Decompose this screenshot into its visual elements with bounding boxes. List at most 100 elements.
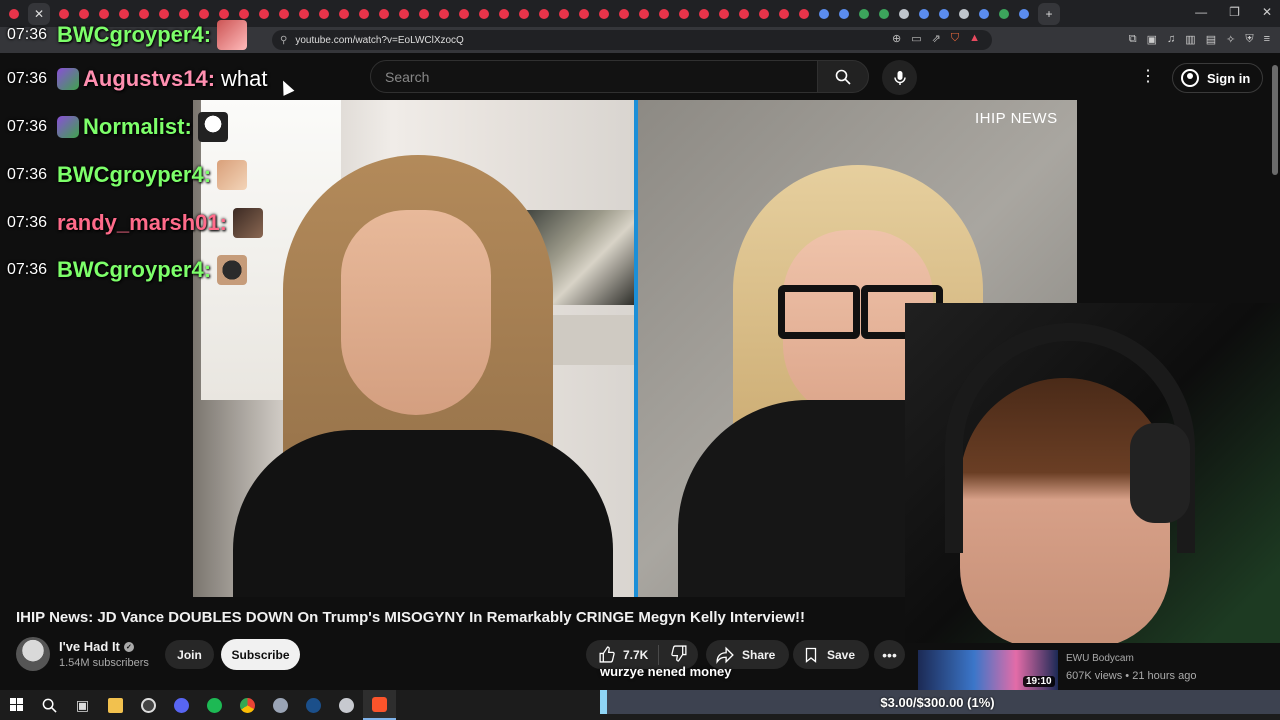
tab-favicon[interactable] <box>379 8 389 19</box>
channel-avatar[interactable] <box>16 637 50 671</box>
discord-icon[interactable] <box>165 690 198 720</box>
vpn-icon[interactable]: ⛨ <box>1245 33 1253 46</box>
sidebar-icon[interactable]: ▥ <box>1185 33 1195 46</box>
tab-favicon[interactable] <box>319 8 329 19</box>
screenshot-icon[interactable]: ▣ <box>1147 33 1157 46</box>
close-window-icon[interactable]: ✕ <box>1262 5 1272 19</box>
tab-favicon[interactable] <box>879 8 889 19</box>
channel-name-row[interactable]: I've Had It ✓ <box>59 639 134 654</box>
tab-favicon[interactable] <box>639 8 649 19</box>
scroll-thumb[interactable] <box>1272 65 1278 175</box>
join-button[interactable]: Join <box>165 640 214 669</box>
extensions-icon[interactable]: ⧉ <box>1129 33 1137 46</box>
share-page-icon[interactable]: ⇗ <box>932 32 941 45</box>
tab-favicon[interactable] <box>539 8 549 19</box>
brave-icon[interactable] <box>363 690 396 720</box>
tab-favicon[interactable] <box>179 8 189 19</box>
tab-favicon[interactable] <box>959 8 969 19</box>
taskbar-search-icon[interactable] <box>33 690 66 720</box>
tab-favicon[interactable] <box>499 8 509 19</box>
app-icon[interactable] <box>330 690 363 720</box>
tab-favicon[interactable] <box>99 8 109 19</box>
obs-icon[interactable] <box>132 690 165 720</box>
search-button[interactable] <box>817 60 869 93</box>
site-info-icon[interactable]: ⚲ <box>280 35 287 46</box>
tab-favicon[interactable] <box>219 8 229 19</box>
sign-in-button[interactable]: Sign in <box>1172 63 1264 93</box>
tab-favicon[interactable] <box>419 8 429 19</box>
cast-icon[interactable]: ▭ <box>911 32 921 45</box>
url-text[interactable]: youtube.com/watch?v=EoLWClXzocQ <box>295 35 464 46</box>
new-tab-icon[interactable]: + <box>1038 2 1060 25</box>
tab-favicon[interactable] <box>79 8 89 19</box>
tab-favicon[interactable] <box>739 8 749 19</box>
tab-favicon[interactable] <box>699 8 709 19</box>
task-view-icon[interactable]: ▣ <box>66 690 99 720</box>
tab-favicon[interactable] <box>119 8 129 19</box>
like-button[interactable]: 7.7K <box>586 644 660 665</box>
tab-favicon[interactable] <box>279 8 289 19</box>
tab-favicon[interactable] <box>659 8 669 19</box>
spotify-icon[interactable] <box>198 690 231 720</box>
file-explorer-icon[interactable] <box>99 690 132 720</box>
tab-favicon[interactable] <box>679 8 689 19</box>
tab-favicon[interactable] <box>599 8 609 19</box>
leo-icon[interactable]: ✧ <box>1226 33 1235 46</box>
tab-favicon[interactable] <box>519 8 529 19</box>
tab-favicon[interactable] <box>579 8 589 19</box>
channel-name[interactable]: I've Had It <box>59 639 120 654</box>
tab-favicon[interactable] <box>339 8 349 19</box>
tab-favicon[interactable] <box>439 8 449 19</box>
tab-favicon[interactable] <box>199 8 209 19</box>
tab-favicon[interactable] <box>259 8 269 19</box>
shield-icon[interactable]: ⛉ <box>951 32 959 45</box>
subscribe-button[interactable]: Subscribe <box>221 639 300 670</box>
tab-favicon[interactable] <box>1019 8 1029 19</box>
like-count: 7.7K <box>623 647 649 662</box>
headphone-cup <box>1130 423 1190 523</box>
tab-favicon[interactable] <box>939 8 949 19</box>
tab-favicon[interactable] <box>359 8 369 19</box>
recommended-title[interactable]: EWU Bodycam <box>1066 653 1134 664</box>
chrome-icon[interactable] <box>231 690 264 720</box>
tab-favicon[interactable] <box>9 8 19 19</box>
dislike-button[interactable] <box>659 644 700 665</box>
tab-favicon[interactable] <box>919 8 929 19</box>
steam-icon[interactable] <box>297 690 330 720</box>
tab-favicon[interactable] <box>619 8 629 19</box>
wallet-icon[interactable]: ▤ <box>1206 33 1216 46</box>
tab-favicon[interactable] <box>479 8 489 19</box>
media-icon[interactable]: ♫ <box>1167 33 1175 46</box>
more-actions-button[interactable]: ••• <box>874 640 905 669</box>
tab-favicon[interactable] <box>979 8 989 19</box>
tab-favicon[interactable] <box>819 8 829 19</box>
tab-favicon[interactable] <box>239 8 249 19</box>
app-icon[interactable] <box>264 690 297 720</box>
rewards-icon[interactable]: ▲ <box>969 32 980 45</box>
tab-favicon[interactable] <box>719 8 729 19</box>
tab-favicon[interactable] <box>799 8 809 19</box>
settings-menu-icon[interactable]: ⋮ <box>1140 66 1156 86</box>
tab-favicon[interactable] <box>299 8 309 19</box>
zoom-icon[interactable]: ⊕ <box>892 32 901 45</box>
tab-favicon[interactable] <box>779 8 789 19</box>
tab-favicon[interactable] <box>859 8 869 19</box>
address-bar[interactable]: ⚲ youtube.com/watch?v=EoLWClXzocQ ⊕ ▭ ⇗ … <box>272 30 992 50</box>
save-button[interactable]: Save <box>793 640 870 669</box>
tab-favicon[interactable] <box>759 8 769 19</box>
tab-favicon[interactable] <box>159 8 169 19</box>
tab-favicon[interactable] <box>899 8 909 19</box>
restore-icon[interactable]: ❐ <box>1229 5 1240 19</box>
tab-favicon[interactable] <box>559 8 569 19</box>
tab-favicon[interactable] <box>139 8 149 19</box>
tab-favicon[interactable] <box>459 8 469 19</box>
minimize-icon[interactable]: — <box>1195 5 1207 19</box>
tab-favicon[interactable] <box>999 8 1009 19</box>
voice-search-button[interactable] <box>882 60 917 95</box>
tab-favicon[interactable] <box>59 8 69 19</box>
tab-favicon[interactable] <box>399 8 409 19</box>
search-input[interactable]: Search <box>370 60 818 93</box>
tab-favicon[interactable] <box>839 8 849 19</box>
start-icon[interactable] <box>0 690 33 720</box>
menu-icon[interactable]: ≡ <box>1264 33 1270 46</box>
